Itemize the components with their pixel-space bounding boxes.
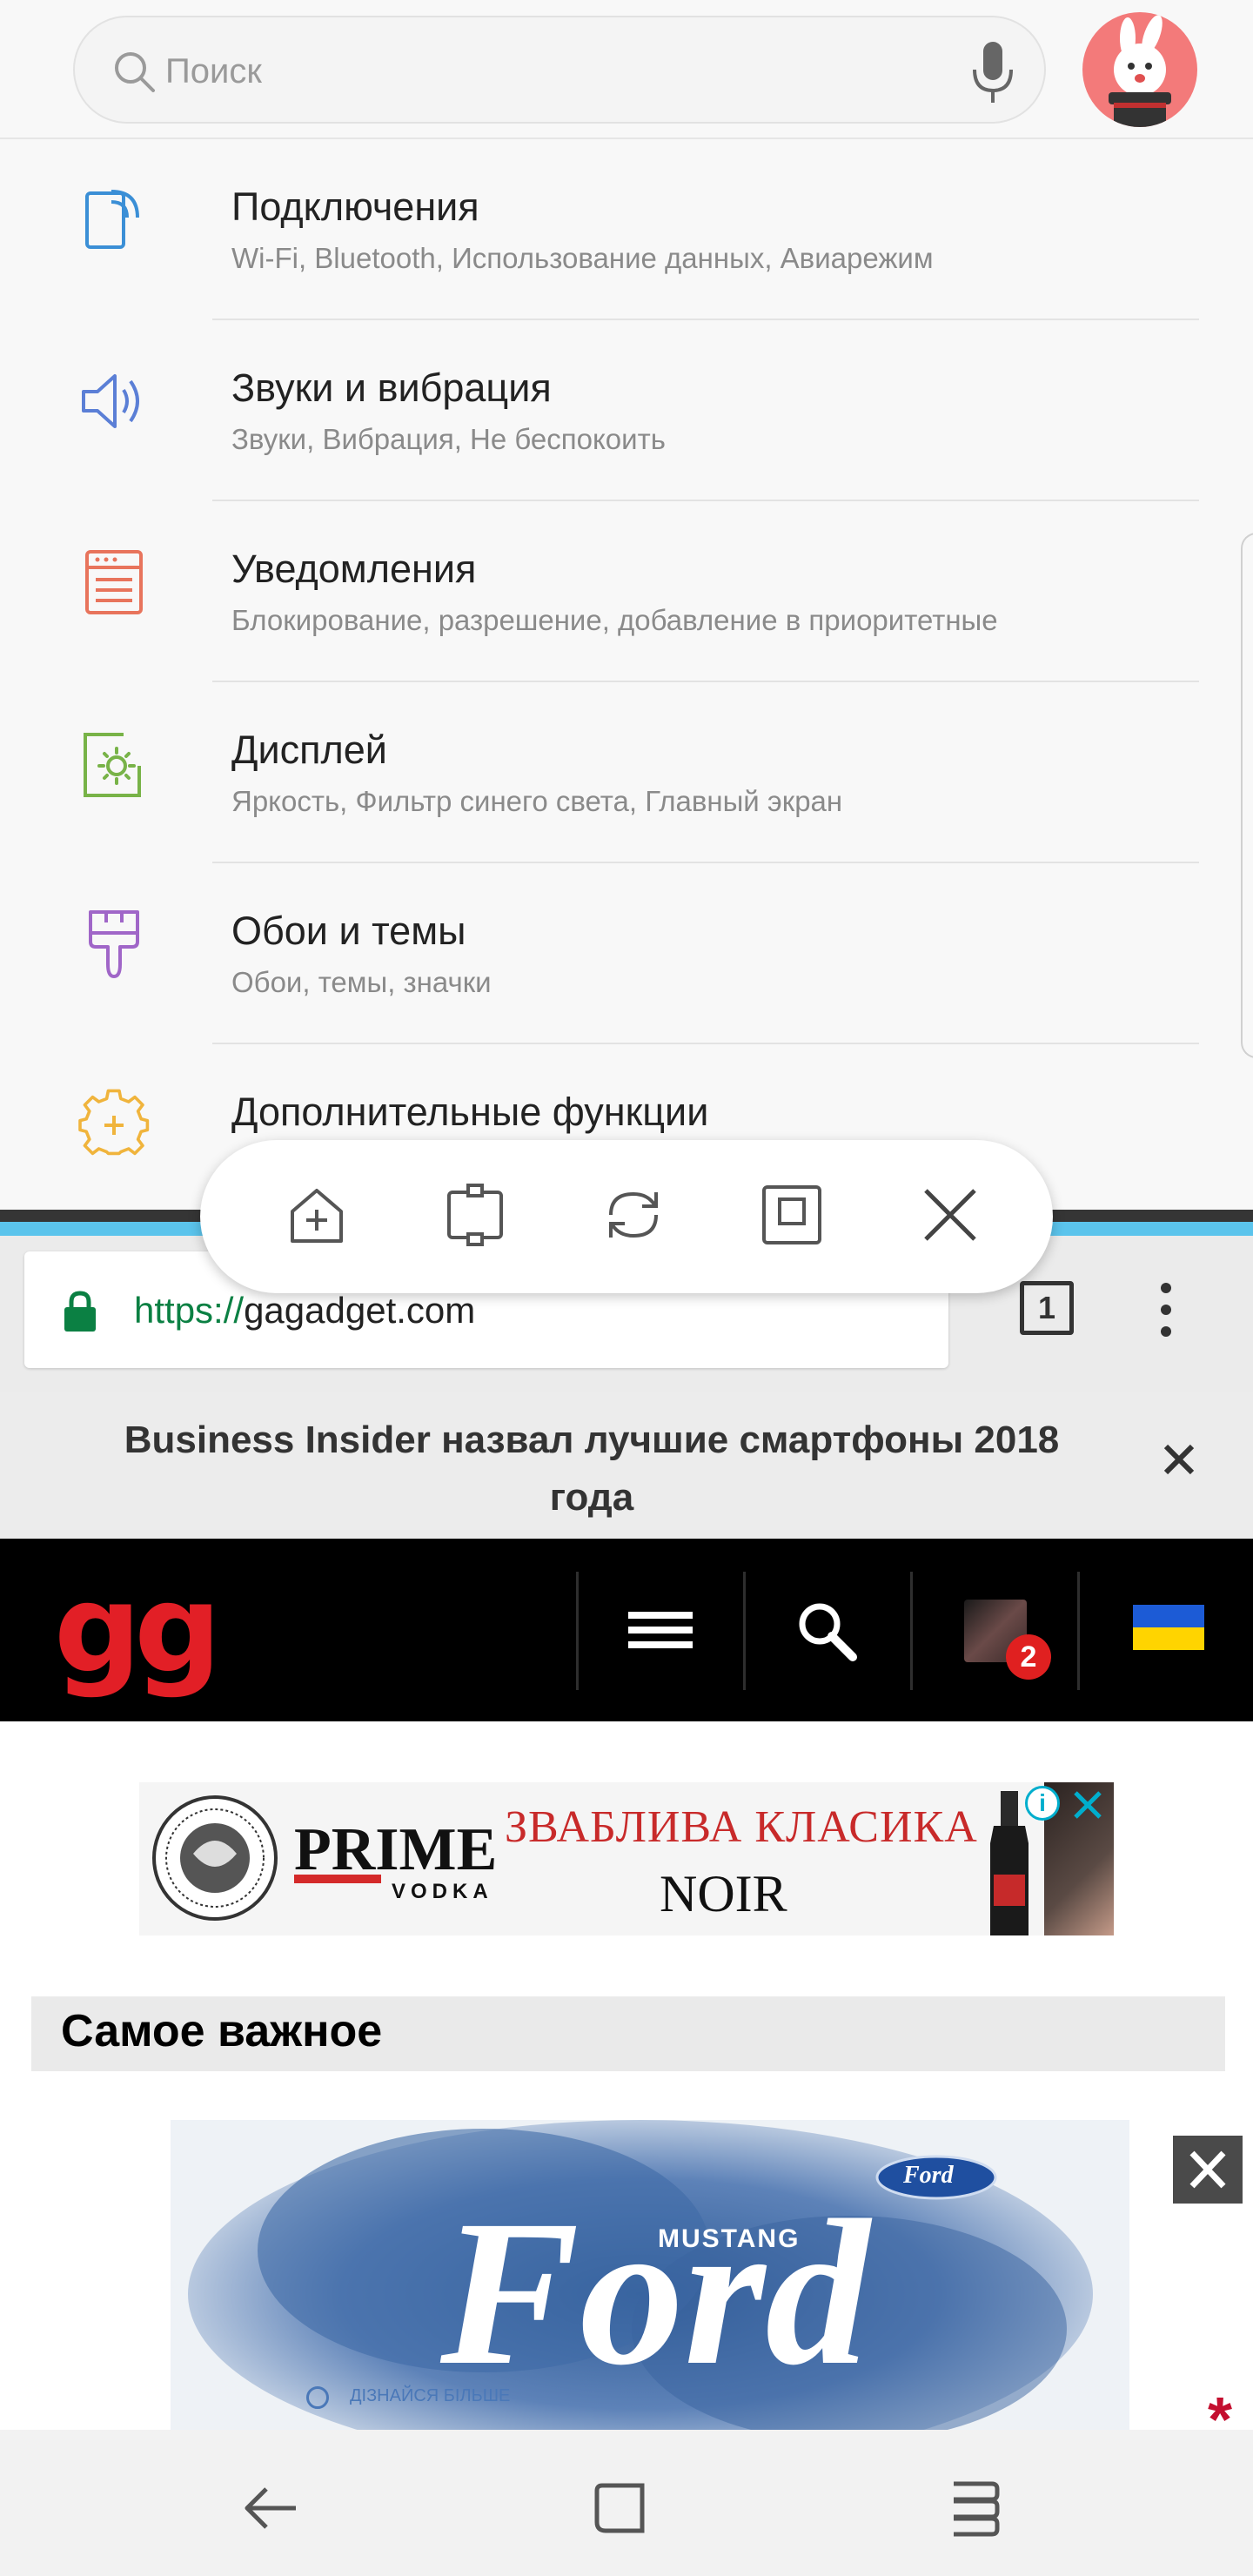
settings-item-subtitle: Звуки, Вибрация, Не беспокоить xyxy=(231,423,666,455)
settings-item-title: Уведомления xyxy=(231,547,477,591)
search-input[interactable]: Поиск xyxy=(73,16,1046,124)
swap-windows-icon[interactable] xyxy=(597,1178,670,1251)
header-separator xyxy=(1077,1572,1080,1690)
settings-item-subtitle: Обои, темы, значки xyxy=(231,966,492,998)
ford-script-logo: Ford xyxy=(440,2177,870,2408)
ad-model-name: MUSTANG xyxy=(658,2224,801,2253)
back-icon[interactable] xyxy=(240,2477,303,2539)
screen-resize-icon[interactable] xyxy=(439,1178,512,1251)
edge-panel-handle[interactable] xyxy=(1241,533,1253,1058)
ad-brand-sub: VODKA xyxy=(392,1880,493,1903)
pop-up-view-icon[interactable] xyxy=(755,1178,828,1251)
settings-item-subtitle: Wi-Fi, Bluetooth, Использование данных, … xyxy=(231,242,934,274)
sound-icon xyxy=(82,374,139,428)
ad-choices[interactable]: i xyxy=(1018,1782,1114,1826)
browser-pane: https://gagadget.com 1 Business Insider … xyxy=(0,1236,1253,2430)
settings-pane: Поиск Подключения Wi-Fi, Bluetooth, Испо… xyxy=(0,0,1253,1210)
news-banner[interactable]: Business Insider назвал лучшие смартфоны… xyxy=(0,1392,1253,1539)
close-icon[interactable] xyxy=(914,1178,987,1251)
ukraine-flag-icon[interactable] xyxy=(1133,1605,1204,1650)
navigation-bar xyxy=(0,2430,1253,2576)
url-text: https://gagadget.com xyxy=(134,1290,475,1332)
settings-item-subtitle: Блокирование, разрешение, добавление в п… xyxy=(231,604,998,636)
lock-icon[interactable] xyxy=(63,1290,97,1333)
close-icon[interactable] xyxy=(1157,1438,1201,1481)
settings-item-title: Звуки и вибрация xyxy=(231,366,552,410)
settings-item-title: Дополнительные функции xyxy=(231,1090,709,1134)
notification-badge: 2 xyxy=(1006,1634,1051,1680)
url-host: gagadget.com xyxy=(244,1290,476,1331)
settings-item-sounds[interactable]: Звуки и вибрация Звуки, Вибрация, Не бес… xyxy=(0,320,1253,501)
asterisk-icon: * xyxy=(1208,2385,1233,2430)
search-placeholder: Поиск xyxy=(165,52,262,91)
ford-mustang-ad[interactable]: Ford Ford MUSTANG ДІЗНАЙСЯ БІЛЬШЕ xyxy=(171,2120,1129,2430)
tab-switcher-button[interactable]: 1 xyxy=(1020,1281,1074,1335)
ad-slogan-line2: NOIR xyxy=(660,1865,787,1922)
site-logo[interactable]: gg xyxy=(54,1569,221,1691)
header-separator xyxy=(910,1572,913,1690)
settings-item-title: Подключения xyxy=(231,184,479,229)
bunny-avatar-icon xyxy=(1109,15,1171,127)
ad-cta[interactable]: ДІЗНАЙСЯ БІЛЬШЕ xyxy=(350,2386,510,2406)
split-screen-toolbar xyxy=(200,1140,1053,1293)
settings-item-connections[interactable]: Подключения Wi-Fi, Bluetooth, Использова… xyxy=(0,139,1253,320)
connections-icon xyxy=(85,190,139,249)
ad-slogan-line1: ЗВАБЛИВА КЛАСИКА xyxy=(505,1802,978,1852)
url-scheme: https:// xyxy=(134,1290,245,1331)
ad-close-icon[interactable] xyxy=(1070,1788,1105,1822)
prime-vodka-ad[interactable]: PRIME VODKA ЗВАБЛИВА КЛАСИКА NOIR i xyxy=(139,1782,1114,1935)
ad-close-button[interactable] xyxy=(1173,2136,1243,2204)
search-icon xyxy=(115,52,155,92)
header-separator xyxy=(743,1572,746,1690)
settings-item-title: Дисплей xyxy=(231,728,387,772)
advanced-features-icon xyxy=(78,1089,150,1156)
ad-brand-underline xyxy=(294,1875,381,1883)
search-icon[interactable] xyxy=(795,1600,860,1664)
display-icon xyxy=(84,733,141,797)
notifications-icon xyxy=(85,550,143,614)
settings-item-subtitle: Яркость, Фильтр синего света, Главный эк… xyxy=(231,785,843,817)
more-options-icon[interactable] xyxy=(1154,1279,1178,1340)
menu-icon[interactable] xyxy=(628,1608,693,1652)
recents-icon[interactable] xyxy=(941,2477,1004,2539)
chevron-right-icon xyxy=(306,2386,329,2409)
header-separator xyxy=(576,1572,579,1690)
news-banner-text: Business Insider назвал лучшие смартфоны… xyxy=(124,1419,1060,1519)
ad-info-icon[interactable]: i xyxy=(1025,1786,1060,1821)
settings-item-themes[interactable]: Обои и темы Обои, темы, значки xyxy=(0,863,1253,1044)
themes-icon xyxy=(89,910,139,978)
profile-avatar[interactable] xyxy=(1082,12,1197,127)
microphone-icon[interactable] xyxy=(962,38,1023,108)
home-icon[interactable] xyxy=(588,2477,651,2539)
add-shortcut-icon[interactable] xyxy=(280,1178,353,1251)
seal-logo xyxy=(152,1795,278,1921)
section-header: Самое важное xyxy=(31,1996,1225,2071)
section-title: Самое важное xyxy=(61,2006,383,2056)
ford-oval-logo: Ford xyxy=(903,2162,954,2189)
site-header: gg 2 xyxy=(0,1539,1253,1721)
settings-item-display[interactable]: Дисплей Яркость, Фильтр синего света, Гл… xyxy=(0,682,1253,863)
settings-item-title: Обои и темы xyxy=(231,909,466,953)
settings-search-bar: Поиск xyxy=(0,0,1253,139)
settings-item-notifications[interactable]: Уведомления Блокирование, разрешение, до… xyxy=(0,501,1253,682)
ad-brand: PRIME xyxy=(294,1816,498,1883)
